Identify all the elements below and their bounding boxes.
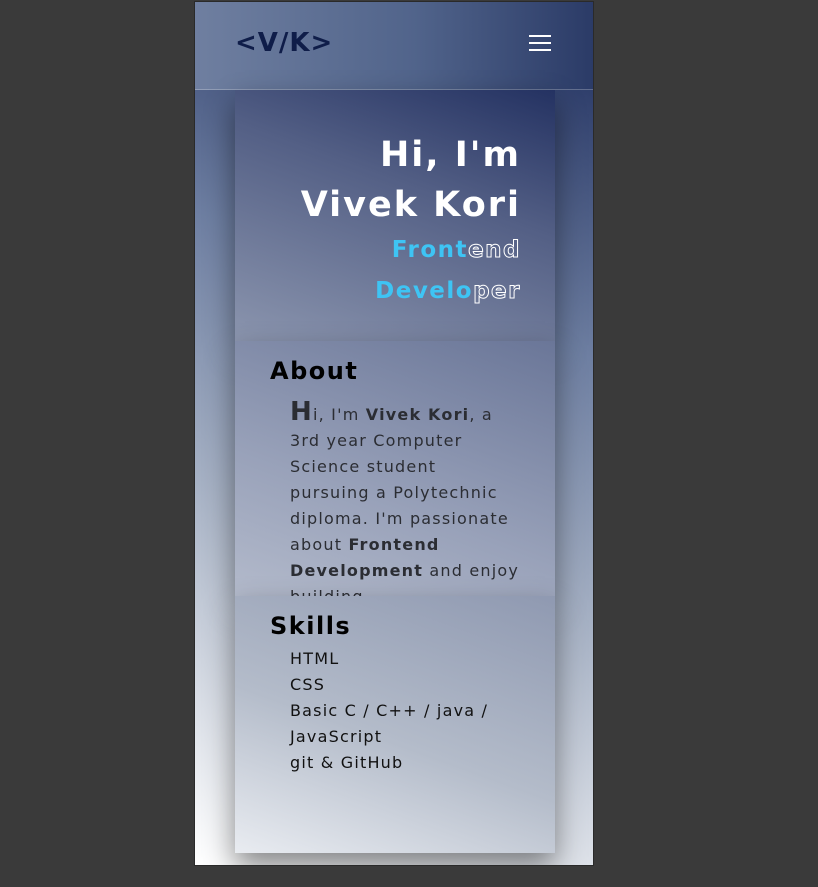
hamburger-menu-icon[interactable] xyxy=(529,30,551,58)
role-solid: Front xyxy=(391,237,469,263)
about-title: About xyxy=(270,357,359,385)
menu-bar xyxy=(529,42,551,44)
skill-item: HTML xyxy=(290,649,340,668)
about-name: Vivek Kori xyxy=(365,405,470,424)
hero-card: Hi, I'm Vivek Kori Frontend Developer xyxy=(235,90,555,341)
about-text-mid: , a 3rd year Computer Science student pu… xyxy=(290,405,509,554)
role-hollow: end xyxy=(468,237,521,264)
about-text-start: i, I'm xyxy=(312,405,366,424)
drop-cap: H xyxy=(290,397,313,427)
navbar: <V/K> xyxy=(195,2,593,90)
menu-bar xyxy=(529,49,551,51)
skills-list: HTML CSS Basic C / C++ / java / JavaScri… xyxy=(290,646,521,776)
hero-name: Vivek Kori xyxy=(300,185,521,225)
skill-item: git & GitHub xyxy=(290,753,404,772)
hero-role-line2: Developer xyxy=(235,271,521,312)
hero-role-line1: Frontend xyxy=(235,230,521,271)
role-solid: Develo xyxy=(375,278,474,304)
skill-item: Basic C / C++ / java / JavaScript xyxy=(290,701,489,746)
about-text: Hi, I'm Vivek Kori, a 3rd year Computer … xyxy=(290,399,521,596)
hero-greeting: Hi, I'm xyxy=(380,135,521,175)
skill-item: CSS xyxy=(290,675,326,694)
menu-bar xyxy=(529,35,551,37)
role-hollow: per xyxy=(473,278,521,305)
skills-card: Skills HTML CSS Basic C / C++ / java / J… xyxy=(235,596,555,853)
about-card: About Hi, I'm Vivek Kori, a 3rd year Com… xyxy=(235,341,555,596)
site-logo[interactable]: <V/K> xyxy=(235,28,333,58)
skills-title: Skills xyxy=(270,612,352,640)
phone-viewport: <V/K> Hi, I'm Vivek Kori Frontend Develo… xyxy=(194,1,594,866)
